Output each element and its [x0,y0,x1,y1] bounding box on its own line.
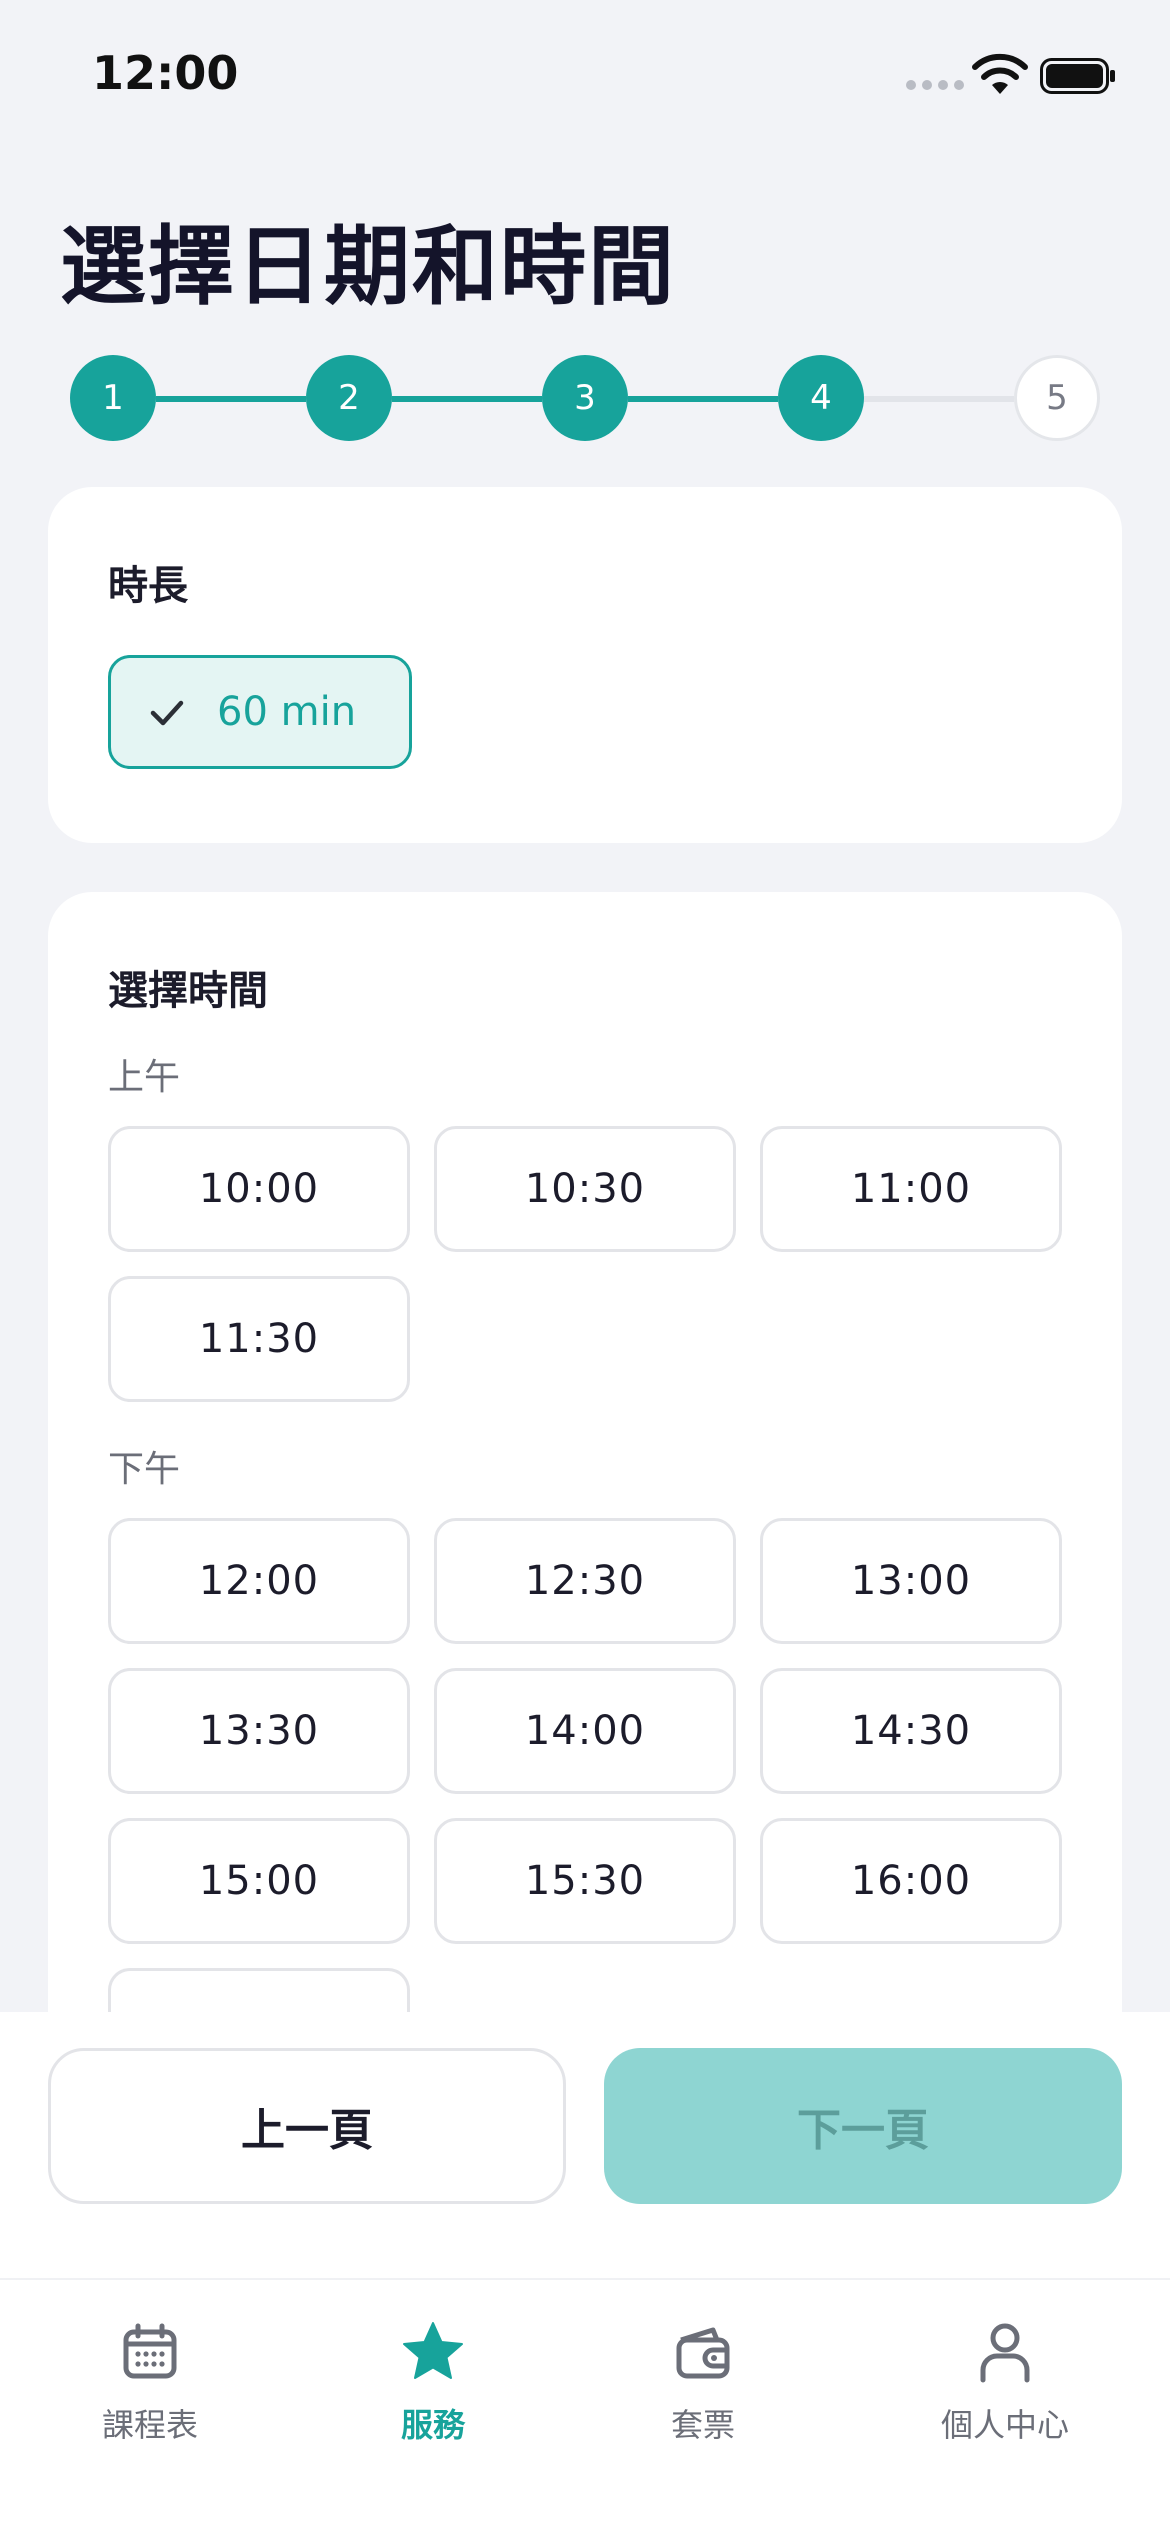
step-connector [864,396,1014,402]
time-slot[interactable]: 13:00 [760,1518,1062,1644]
time-slot[interactable]: 13:30 [108,1668,410,1794]
progress-stepper: 1 2 3 4 5 [70,355,1100,445]
time-slot[interactable]: 12:30 [434,1518,736,1644]
step-connector [156,396,306,402]
step-2: 2 [306,355,392,441]
tab-schedule[interactable]: 課程表 [30,2320,270,2446]
wifi-icon [972,53,1028,94]
time-slot[interactable]: 11:30 [108,1276,410,1402]
step-4: 4 [778,355,864,441]
time-slot[interactable]: 10:00 [108,1126,410,1252]
time-select-card: 選擇時間 上午 10:00 10:30 11:00 11:30 下午 12:00… [48,892,1122,2192]
duration-value: 60 min [217,689,357,735]
time-slot[interactable]: 14:30 [760,1668,1062,1794]
tab-services[interactable]: 服務 [313,2320,553,2446]
person-icon [980,2323,1030,2383]
afternoon-label: 下午 [108,1449,181,1490]
step-connector [392,396,542,402]
next-page-button[interactable]: 下一頁 [604,2048,1122,2204]
step-connector [628,396,778,402]
duration-card: 時長 60 min [48,487,1122,843]
time-slot[interactable]: 14:00 [434,1668,736,1794]
time-slot[interactable]: 16:00 [760,1818,1062,1944]
battery-icon [1040,58,1115,94]
step-3: 3 [542,355,628,441]
tab-label: 課程表 [101,2406,198,2444]
status-time: 12:00 [92,46,239,100]
time-slot[interactable]: 15:00 [108,1818,410,1944]
signal-icon [906,80,964,90]
duration-label: 時長 [108,563,188,609]
check-icon [150,700,184,726]
tab-label: 服務 [400,2406,465,2444]
wallet-icon [676,2327,730,2379]
duration-option-selected[interactable]: 60 min [108,655,412,769]
page-title: 選擇日期和時間 [60,217,676,317]
time-slot[interactable]: 11:00 [760,1126,1062,1252]
prev-page-button[interactable]: 上一頁 [48,2048,566,2204]
time-select-label: 選擇時間 [108,968,268,1014]
time-slot[interactable]: 12:00 [108,1518,410,1644]
tab-label: 套票 [670,2406,735,2444]
tab-label: 個人中心 [940,2406,1069,2444]
step-1: 1 [70,355,156,441]
tab-packages[interactable]: 套票 [583,2320,823,2446]
calendar-icon [123,2323,177,2379]
step-5: 5 [1014,355,1100,441]
status-bar: 12:00 [0,0,1170,150]
time-slot[interactable]: 10:30 [434,1126,736,1252]
tab-bar: 課程表 服務 套票 個人中心 [0,2278,1170,2532]
time-slot[interactable]: 15:30 [434,1818,736,1944]
star-icon [403,2322,463,2379]
app-screen: 12:00 選擇日期和時間 1 2 3 4 5 時長 60 min 選擇時間 上… [0,0,1170,2532]
morning-label: 上午 [108,1057,181,1098]
time-slot-partial[interactable] [108,1968,410,2018]
tab-profile[interactable]: 個人中心 [885,2320,1125,2446]
action-bar: 上一頁 下一頁 [0,2012,1170,2278]
